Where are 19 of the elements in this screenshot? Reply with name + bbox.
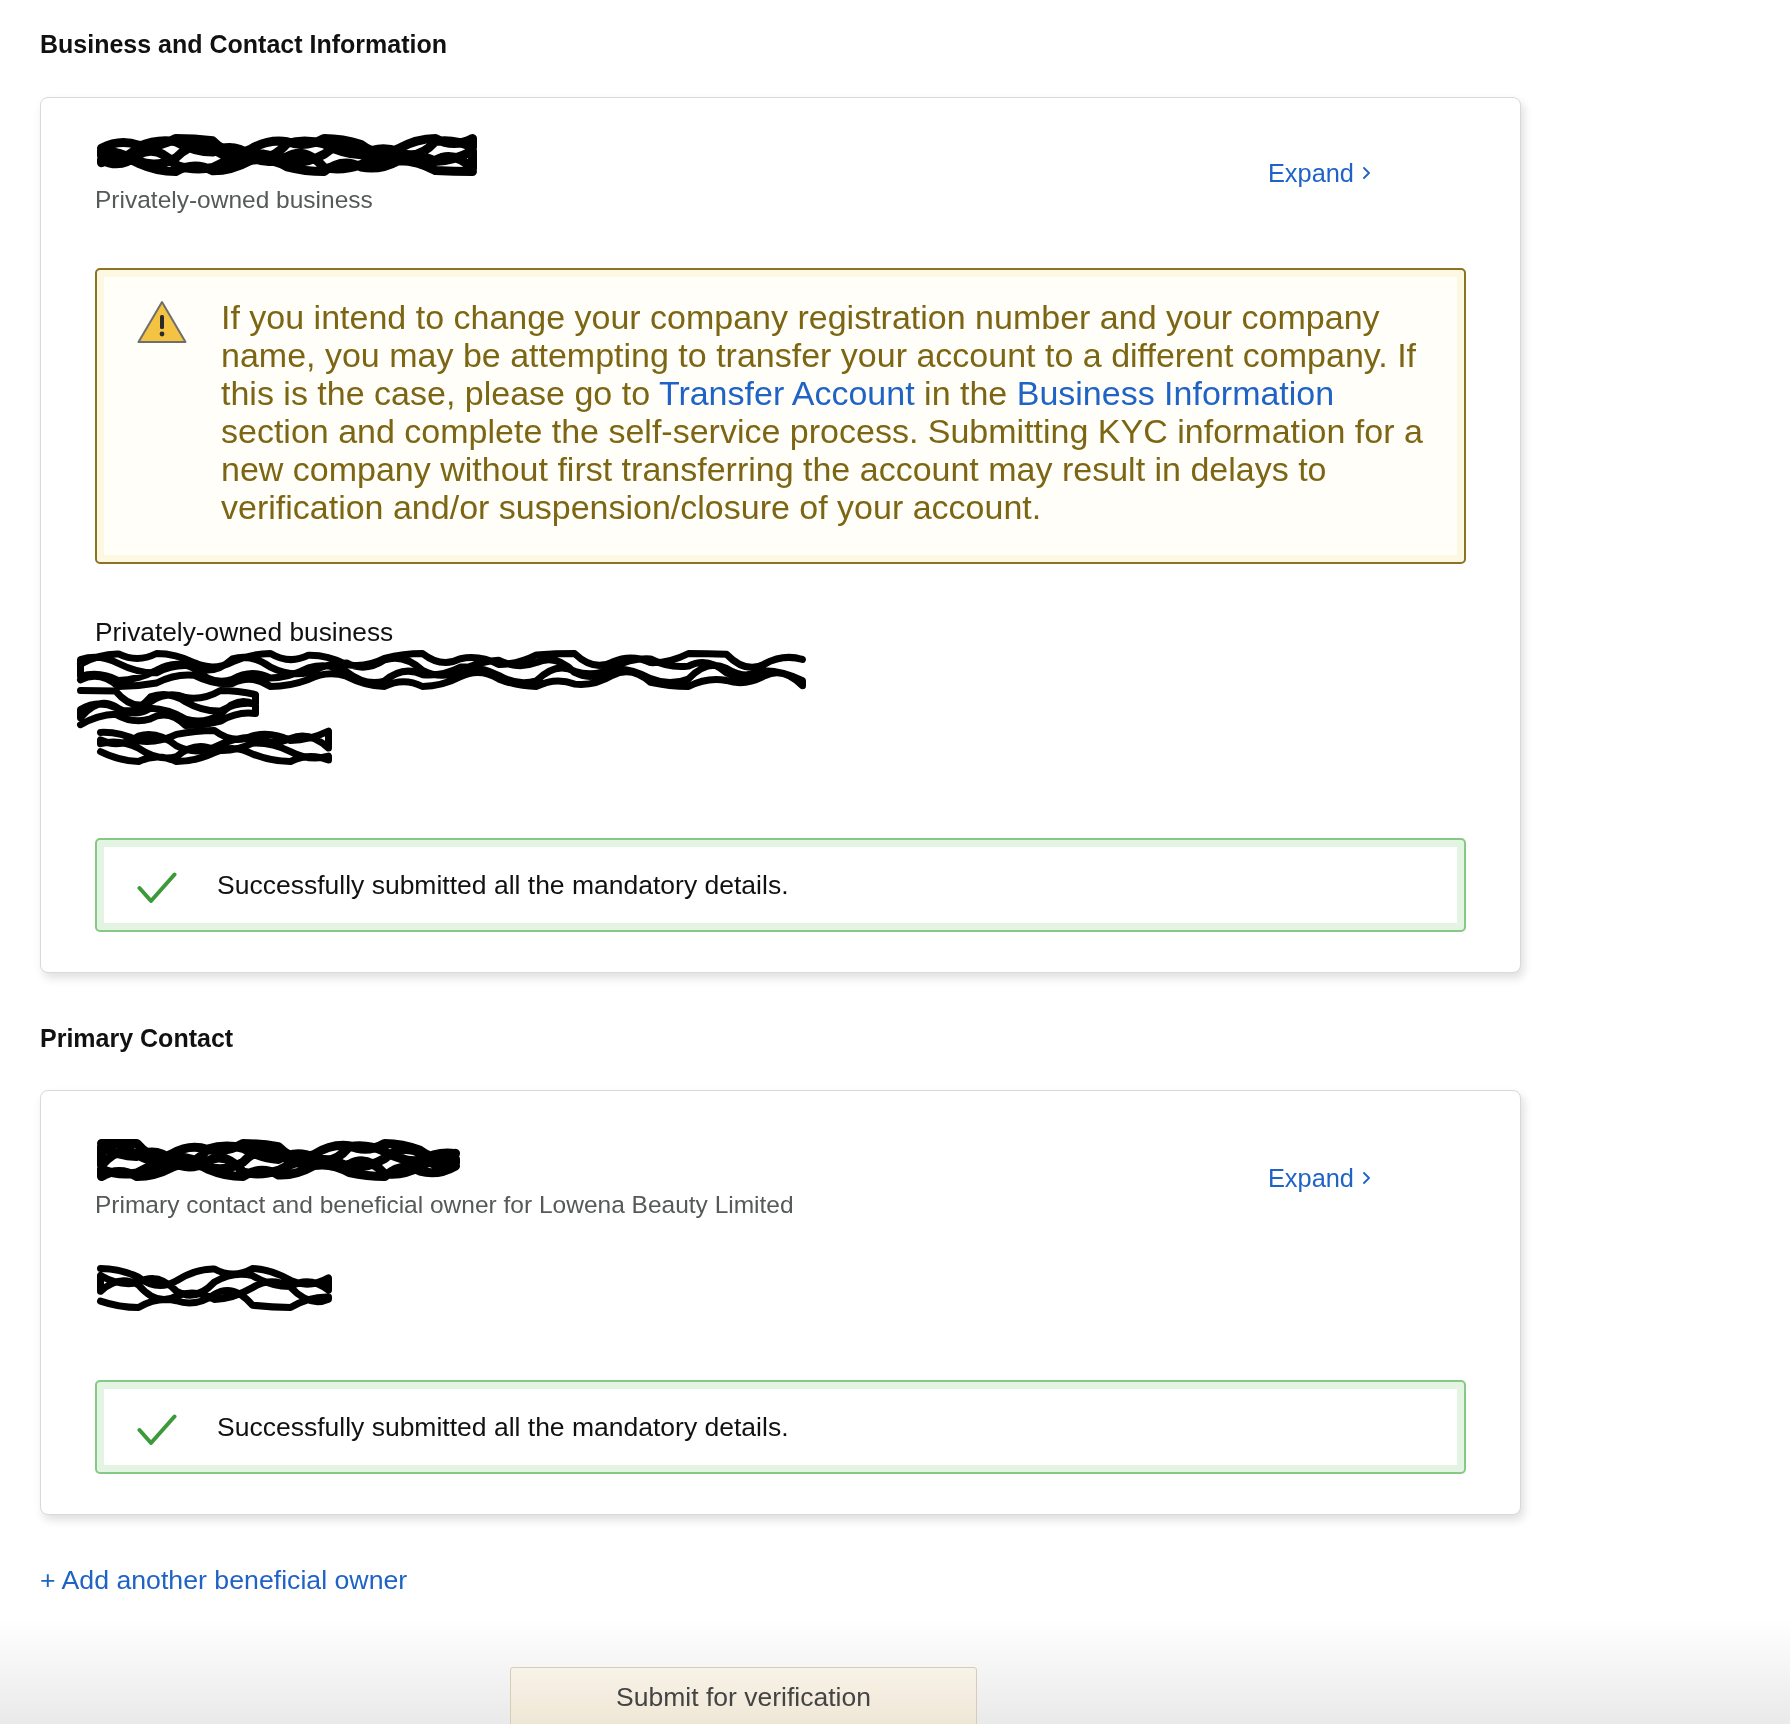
expand-link[interactable]: Expand [1267, 1162, 1370, 1193]
section-heading: Primary Contact [40, 1023, 234, 1053]
expand-link[interactable]: Expand [1267, 157, 1370, 188]
chevron-icon [1363, 166, 1370, 179]
text-link[interactable]: Transfer Account [658, 374, 915, 412]
checkmark-icon [137, 872, 177, 904]
checkmark-icon [137, 1414, 177, 1446]
card-subtitle: Privately-owned business [95, 185, 373, 215]
success-message: Successfully submitted all the mandatory details. [217, 870, 789, 900]
chevron-icon [1363, 1171, 1370, 1184]
section-heading: Business and Contact Information [40, 29, 447, 59]
text-link[interactable]: Business Information [1016, 374, 1335, 412]
detail-text: Privately-owned business [95, 616, 394, 649]
add-owner-link[interactable]: + Add another beneficial owner [40, 1565, 408, 1595]
card-subtitle: Primary contact and beneficial owner for Lowena Beauty Limited [95, 1190, 794, 1220]
warning-message: If you intend to change your company registration number and your company name, you may be attempting to transfer your account to a different company. If this is the case, please go to Transfer Account in the Business Information section and complete the self-service process. Submitting KYC information for a new company without first transferring the account may result in delays to verification and/or suspension/closure of your account. [221, 298, 1424, 526]
success-message: Successfully submitted all the mandatory details. [217, 1412, 789, 1442]
warning-icon [137, 300, 187, 344]
submit-button[interactable]: Submit for verification [510, 1667, 977, 1724]
